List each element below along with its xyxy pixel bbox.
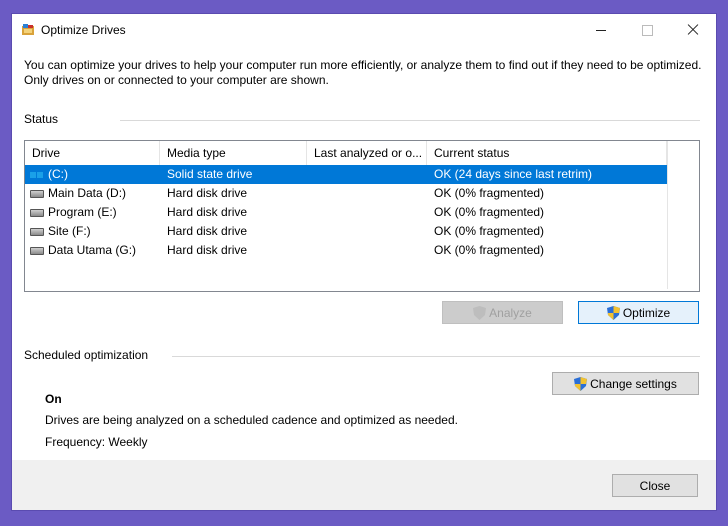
drive-name: (C:) bbox=[48, 167, 68, 181]
drives-list-header: Drive Media type Last analyzed or o... C… bbox=[25, 141, 667, 165]
drive-row[interactable]: (C:) Solid state drive OK (24 days since l… bbox=[25, 165, 667, 184]
maximize-button[interactable] bbox=[624, 14, 670, 46]
drive-media-type: Hard disk drive bbox=[167, 243, 248, 257]
change-settings-button[interactable]: Change settings bbox=[552, 372, 699, 395]
hard-disk-icon bbox=[30, 189, 44, 198]
optimize-button[interactable]: Optimize bbox=[578, 301, 699, 324]
drive-row[interactable]: Data Utama (G:) Hard disk drive OK (0% fra… bbox=[25, 241, 667, 260]
column-header-drive[interactable]: Drive bbox=[25, 141, 160, 165]
column-header-current-status[interactable]: Current status bbox=[427, 141, 667, 165]
hard-disk-icon bbox=[30, 208, 44, 217]
uac-shield-icon bbox=[473, 305, 487, 320]
close-icon bbox=[687, 24, 699, 36]
minimize-icon bbox=[596, 29, 606, 31]
list-scroll-area bbox=[667, 141, 699, 289]
status-label: Status bbox=[24, 112, 67, 126]
minimize-button[interactable] bbox=[578, 14, 624, 46]
column-header-last-analyzed[interactable]: Last analyzed or o... bbox=[307, 141, 427, 165]
drive-name: Main Data (D:) bbox=[48, 186, 127, 200]
optimize-drives-window: Optimize Drives You can optimize your dr… bbox=[12, 14, 716, 510]
drive-current-status: OK (0% fragmented) bbox=[434, 224, 545, 238]
drive-name-cell: Main Data (D:) bbox=[25, 184, 160, 203]
drive-name: Site (F:) bbox=[48, 224, 91, 238]
drive-row[interactable]: Site (F:) Hard disk drive OK (0% fragmente… bbox=[25, 222, 667, 241]
drive-media-type: Hard disk drive bbox=[167, 186, 248, 200]
schedule-frequency: Frequency: Weekly bbox=[45, 435, 148, 449]
column-header-media-type[interactable]: Media type bbox=[160, 141, 307, 165]
drive-name-cell: Data Utama (G:) bbox=[25, 241, 160, 260]
drive-row[interactable]: Main Data (D:) Hard disk drive OK (0% frag… bbox=[25, 184, 667, 203]
drive-current-status: OK (0% fragmented) bbox=[434, 243, 545, 257]
window-title: Optimize Drives bbox=[41, 23, 126, 37]
drive-name-cell: (C:) bbox=[25, 165, 160, 184]
drive-current-status: OK (0% fragmented) bbox=[434, 186, 545, 200]
schedule-state: On bbox=[45, 392, 62, 406]
drive-media-type: Solid state drive bbox=[167, 167, 253, 181]
defrag-app-icon bbox=[22, 24, 34, 35]
scheduled-divider bbox=[172, 356, 700, 357]
description-text: You can optimize your drives to help you… bbox=[24, 58, 702, 87]
close-window-button[interactable] bbox=[670, 14, 716, 46]
maximize-icon bbox=[641, 24, 653, 36]
analyze-button[interactable]: Analyze bbox=[442, 301, 563, 324]
change-settings-label: Change settings bbox=[590, 376, 677, 391]
dialog-body: You can optimize your drives to help you… bbox=[12, 46, 716, 460]
hard-disk-icon bbox=[30, 246, 44, 255]
optimize-button-label: Optimize bbox=[622, 305, 671, 320]
status-divider bbox=[120, 120, 700, 121]
uac-shield-icon bbox=[606, 305, 620, 320]
close-button[interactable]: Close bbox=[612, 474, 698, 497]
drive-row[interactable]: Program (E:) Hard disk drive OK (0% fragme… bbox=[25, 203, 667, 222]
title-bar[interactable]: Optimize Drives bbox=[12, 14, 716, 46]
drive-name: Data Utama (G:) bbox=[48, 243, 137, 257]
analyze-button-label: Analyze bbox=[489, 305, 532, 320]
drive-media-type: Hard disk drive bbox=[167, 224, 248, 238]
drive-name-cell: Site (F:) bbox=[25, 222, 160, 241]
ssd-drive-icon bbox=[30, 171, 44, 179]
drive-name: Program (E:) bbox=[48, 205, 117, 219]
uac-shield-icon bbox=[574, 376, 588, 391]
schedule-description: Drives are being analyzed on a scheduled… bbox=[45, 413, 458, 427]
dialog-footer: Close bbox=[12, 460, 716, 510]
drive-name-cell: Program (E:) bbox=[25, 203, 160, 222]
hard-disk-icon bbox=[30, 227, 44, 236]
drive-current-status: OK (0% fragmented) bbox=[434, 205, 545, 219]
drive-current-status: OK (24 days since last retrim) bbox=[434, 167, 593, 181]
drives-list[interactable]: Drive Media type Last analyzed or o... C… bbox=[24, 140, 700, 292]
close-button-label: Close bbox=[639, 478, 671, 493]
scheduled-label: Scheduled optimization bbox=[24, 348, 157, 362]
drive-media-type: Hard disk drive bbox=[167, 205, 248, 219]
